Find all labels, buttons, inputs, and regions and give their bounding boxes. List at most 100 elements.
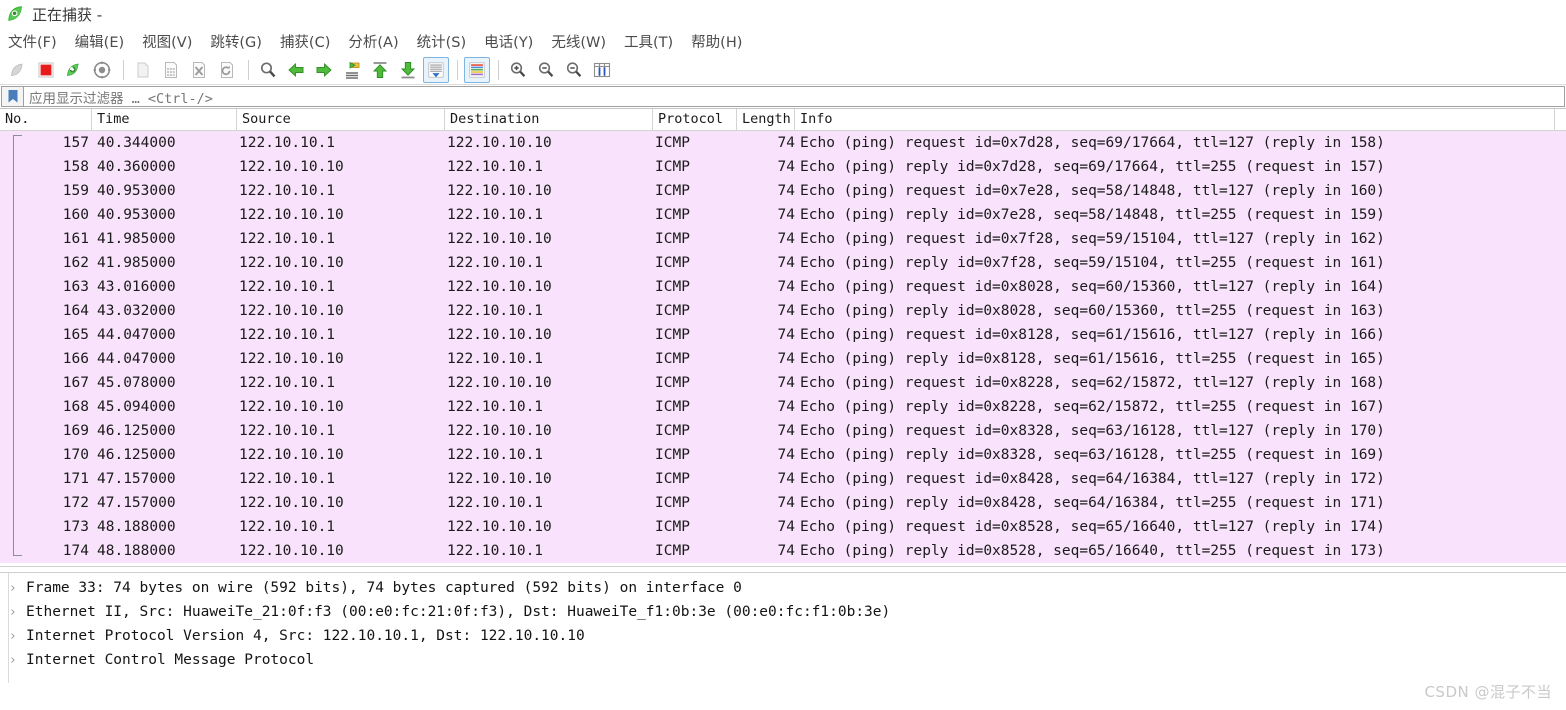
table-row[interactable]: 162 41.985000 122.10.10.10 122.10.10.1 I… [0,251,1566,275]
menu-item-statistics[interactable]: 统计(S) [417,29,476,54]
cell-info: Echo (ping) request id=0x8528, seq=65/16… [800,519,1385,535]
table-row[interactable]: 172 47.157000 122.10.10.10 122.10.10.1 I… [0,491,1566,515]
column-header-no[interactable]: No. [0,109,92,130]
close-file-icon [193,61,205,78]
column-header-time[interactable]: Time [92,109,237,130]
menu-item-telephony[interactable]: 电话(Y) [484,29,542,54]
pane-splitter[interactable] [0,566,1566,573]
go-to-last-packet-button[interactable] [395,57,421,83]
column-header-length[interactable]: Length [737,109,795,130]
cell-no: 160 [62,207,89,223]
table-row[interactable]: 171 47.157000 122.10.10.1 122.10.10.10 I… [0,467,1566,491]
table-row[interactable]: 165 44.047000 122.10.10.1 122.10.10.10 I… [0,323,1566,347]
menu-item-analyze[interactable]: 分析(A) [348,29,407,54]
find-packet-button[interactable] [255,57,281,83]
table-row[interactable]: 169 46.125000 122.10.10.1 122.10.10.10 I… [0,419,1566,443]
menu-item-edit[interactable]: 编辑(E) [75,29,133,54]
zoom-reset-button[interactable] [561,57,587,83]
chevron-right-icon[interactable]: › [0,605,26,620]
table-row[interactable]: 159 40.953000 122.10.10.1 122.10.10.10 I… [0,179,1566,203]
cell-source: 122.10.10.1 [239,375,336,391]
open-file-icon [137,62,149,77]
start-capture-button[interactable] [5,57,31,83]
go-to-last-packet-icon [400,61,416,78]
go-to-packet-button[interactable] [339,57,365,83]
open-file-button[interactable] [130,57,156,83]
cell-source: 122.10.10.10 [239,399,344,415]
menu-item-go[interactable]: 跳转(G) [210,29,271,54]
detail-tree-item-frame[interactable]: › Frame 33: 74 bytes on wire (592 bits),… [0,576,1566,600]
table-row[interactable]: 163 43.016000 122.10.10.1 122.10.10.10 I… [0,275,1566,299]
restart-capture-button[interactable] [61,57,87,83]
chevron-right-icon[interactable]: › [0,581,26,596]
auto-scroll-button[interactable] [423,56,449,83]
cell-destination: 122.10.10.10 [447,183,552,199]
cell-source: 122.10.10.1 [239,327,336,343]
start-capture-icon [11,63,23,76]
detail-tree-item-ipv4[interactable]: › Internet Protocol Version 4, Src: 122.… [0,624,1566,648]
column-header-destination[interactable]: Destination [445,109,653,130]
cell-source: 122.10.10.10 [239,303,344,319]
cell-length: 74 [777,519,795,535]
wireshark-shark-fin-icon [8,6,22,21]
cell-info: Echo (ping) request id=0x8028, seq=60/15… [800,279,1385,295]
detail-tree-item-ethernet[interactable]: › Ethernet II, Src: HuaweiTe_21:0f:f3 (0… [0,600,1566,624]
detail-tree-item-icmp[interactable]: › Internet Control Message Protocol [0,648,1566,672]
cell-info: Echo (ping) request id=0x8128, seq=61/15… [800,327,1385,343]
cell-no: 162 [62,255,89,271]
table-row[interactable]: 161 41.985000 122.10.10.1 122.10.10.10 I… [0,227,1566,251]
cell-no: 167 [62,375,89,391]
table-row[interactable]: 158 40.360000 122.10.10.10 122.10.10.1 I… [0,155,1566,179]
menu-item-tools[interactable]: 工具(T) [624,29,682,54]
wireshark-window: 正在捕获 - 文件(F) 编辑(E) 视图(V) 跳转(G) 捕获(C) 分析(… [0,0,1566,710]
close-file-button[interactable] [186,57,212,83]
menu-bar: 文件(F) 编辑(E) 视图(V) 跳转(G) 捕获(C) 分析(A) 统计(S… [0,28,1566,55]
cell-destination: 122.10.10.1 [447,447,544,463]
cell-destination: 122.10.10.1 [447,495,544,511]
cell-no: 172 [62,495,89,511]
display-filter-bar: 应用显示过滤器 … <Ctrl-/> [0,85,1566,109]
menu-item-capture[interactable]: 捕获(C) [280,29,339,54]
table-row[interactable]: 174 48.188000 122.10.10.10 122.10.10.1 I… [0,539,1566,563]
cell-source: 122.10.10.1 [239,135,336,151]
table-row[interactable]: 160 40.953000 122.10.10.10 122.10.10.1 I… [0,203,1566,227]
column-header-source[interactable]: Source [237,109,445,130]
menu-item-wireless[interactable]: 无线(W) [551,29,615,54]
zoom-in-button[interactable] [505,57,531,83]
table-row[interactable]: 170 46.125000 122.10.10.10 122.10.10.1 I… [0,443,1566,467]
cell-length: 74 [777,207,795,223]
filter-bookmark-button[interactable] [1,86,23,107]
display-filter-input[interactable]: 应用显示过滤器 … <Ctrl-/> [23,86,1565,107]
cell-info: Echo (ping) request id=0x7f28, seq=59/15… [800,231,1385,247]
go-forward-button[interactable] [311,57,337,83]
table-row[interactable]: 167 45.078000 122.10.10.1 122.10.10.10 I… [0,371,1566,395]
go-to-first-packet-icon [372,61,388,78]
detail-tree-item-label: Internet Control Message Protocol [26,652,315,668]
save-file-button[interactable] [158,57,184,83]
resize-columns-button[interactable] [589,57,615,83]
capture-options-button[interactable] [89,57,115,83]
table-row[interactable]: 157 40.344000 122.10.10.1 122.10.10.10 I… [0,131,1566,155]
reload-file-button[interactable] [214,57,240,83]
zoom-out-button[interactable] [533,57,559,83]
cell-length: 74 [777,495,795,511]
table-row[interactable]: 166 44.047000 122.10.10.10 122.10.10.1 I… [0,347,1566,371]
chevron-right-icon[interactable]: › [0,653,26,668]
column-header-protocol[interactable]: Protocol [653,109,737,130]
menu-item-view[interactable]: 视图(V) [142,29,201,54]
colorize-packets-button[interactable] [464,56,490,83]
cell-no: 166 [62,351,89,367]
go-to-first-packet-button[interactable] [367,57,393,83]
cell-time: 40.344000 [97,135,176,151]
go-back-button[interactable] [283,57,309,83]
chevron-right-icon[interactable]: › [0,629,26,644]
table-row[interactable]: 173 48.188000 122.10.10.1 122.10.10.10 I… [0,515,1566,539]
table-row[interactable]: 164 43.032000 122.10.10.10 122.10.10.1 I… [0,299,1566,323]
go-forward-icon [316,62,332,77]
menu-item-help[interactable]: 帮助(H) [691,29,751,54]
menu-item-file[interactable]: 文件(F) [8,29,66,54]
table-row[interactable]: 168 45.094000 122.10.10.10 122.10.10.1 I… [0,395,1566,419]
stop-capture-button[interactable] [33,57,59,83]
cell-length: 74 [777,543,795,559]
column-header-info[interactable]: Info [795,109,1555,130]
